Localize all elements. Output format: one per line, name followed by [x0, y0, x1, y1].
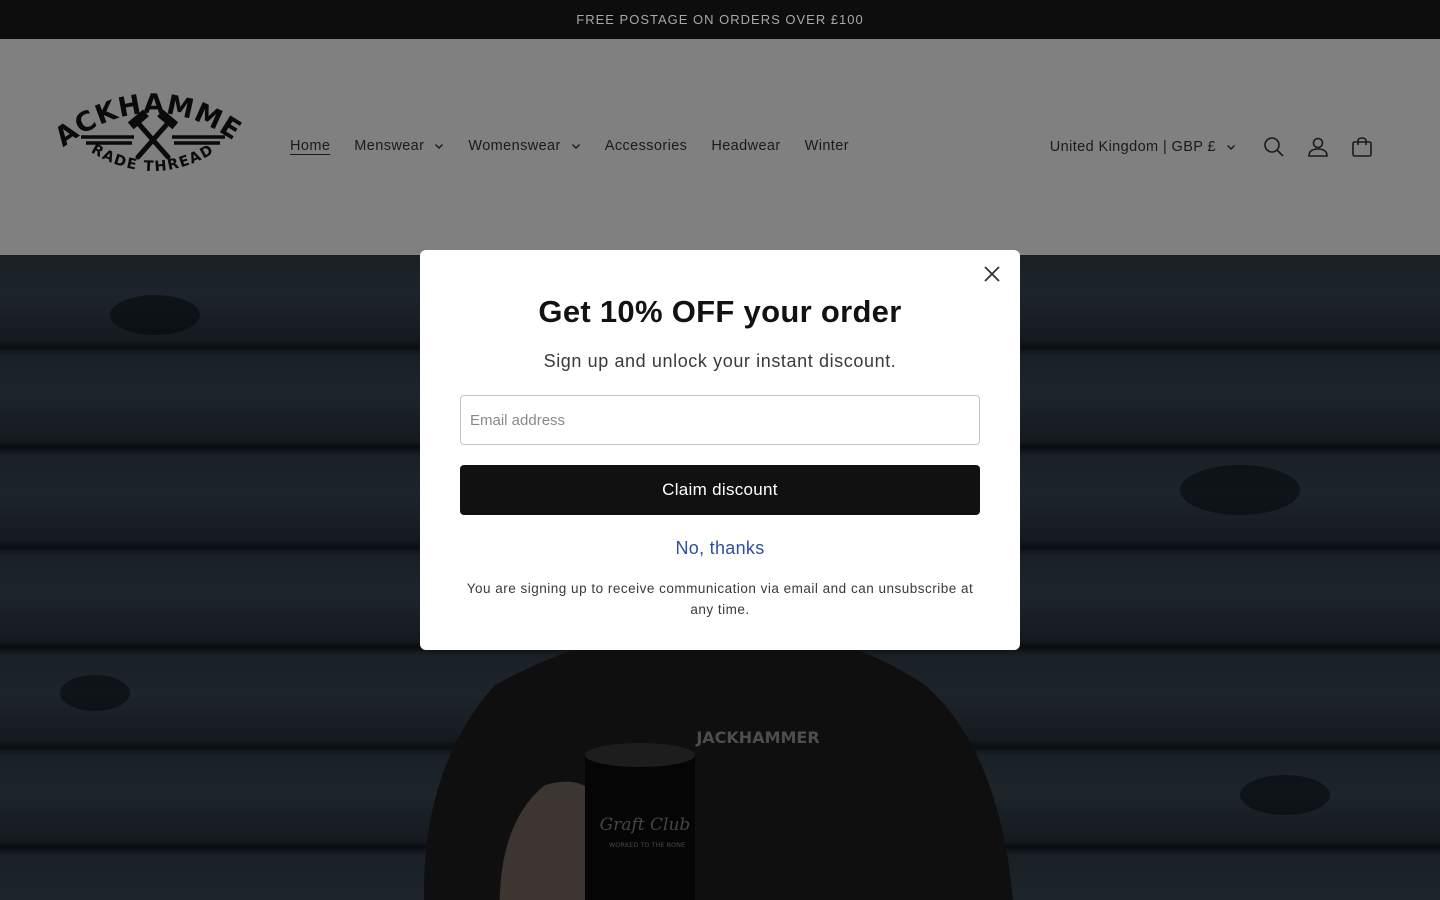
nav-item-winter[interactable]: Winter — [805, 138, 849, 154]
popup-title: Get 10% OFF your order — [538, 294, 902, 329]
close-icon — [984, 266, 1000, 282]
claim-discount-button[interactable]: Claim discount — [460, 465, 980, 515]
nav-item-label: Menswear — [354, 138, 425, 154]
chevron-down-icon — [435, 144, 444, 149]
nav-item-label: Home — [290, 138, 331, 154]
header-actions: United Kingdom | GBP £ — [1050, 127, 1384, 167]
account-icon — [1308, 137, 1328, 157]
country-selector-label: United Kingdom | GBP £ — [1049, 139, 1216, 155]
site-header: JACKHAMMER TRADE THREADS Home Menswe — [0, 39, 1440, 255]
nav-item-label: Winter — [804, 138, 849, 154]
nav-item-womenswear[interactable]: Womenswear — [468, 138, 580, 154]
search-icon — [1264, 137, 1284, 157]
discount-popup: Get 10% OFF your order Sign up and unloc… — [420, 250, 1020, 650]
email-field[interactable] — [460, 395, 980, 445]
popup-disclaimer: You are signing up to receive communicat… — [466, 581, 974, 617]
nav-item-label: Womenswear — [468, 138, 561, 154]
account-button[interactable] — [1296, 125, 1340, 169]
brand-logo[interactable]: JACKHAMMER TRADE THREADS — [45, 61, 250, 189]
nav-item-home[interactable]: Home — [290, 138, 330, 154]
country-selector[interactable]: United Kingdom | GBP £ — [1050, 139, 1236, 155]
no-thanks-link[interactable]: No, thanks — [420, 538, 1020, 559]
search-button[interactable] — [1252, 125, 1296, 169]
announcement-text: FREE POSTAGE ON ORDERS OVER £100 — [576, 12, 864, 27]
main-nav: Home Menswear Womenswear Accessories Hea… — [290, 135, 873, 157]
cart-button[interactable] — [1340, 125, 1384, 169]
jackhammer-logo-mark: JACKHAMMER TRADE THREADS — [45, 61, 246, 175]
announcement-bar: FREE POSTAGE ON ORDERS OVER £100 — [0, 0, 1440, 39]
popup-subtitle: Sign up and unlock your instant discount… — [543, 351, 897, 371]
close-popup-button[interactable] — [980, 262, 1004, 286]
nav-item-menswear[interactable]: Menswear — [354, 138, 444, 154]
chevron-down-icon — [1227, 145, 1235, 150]
cart-icon — [1352, 137, 1372, 157]
nav-item-label: Accessories — [604, 138, 688, 154]
nav-item-accessories[interactable]: Accessories — [605, 138, 688, 154]
chevron-down-icon — [571, 144, 580, 149]
nav-item-headwear[interactable]: Headwear — [711, 138, 780, 154]
nav-item-label: Headwear — [711, 138, 781, 154]
